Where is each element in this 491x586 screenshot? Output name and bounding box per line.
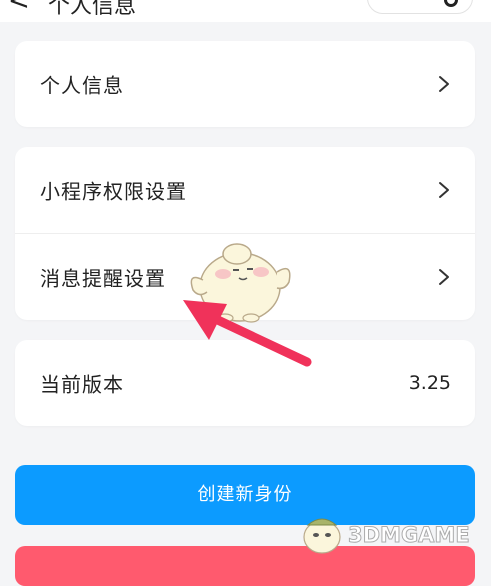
message-reminder-label: 消息提醒设置: [40, 266, 166, 291]
back-icon[interactable]: <: [8, 0, 30, 16]
watermark-text: 3DMGAME: [348, 523, 471, 548]
personal-info-card: 个人信息: [15, 41, 475, 127]
mini-program-permissions-label: 小程序权限设置: [40, 179, 187, 204]
chevron-right-icon: [439, 269, 449, 285]
mini-program-permissions-item[interactable]: 小程序权限设置: [15, 147, 475, 233]
top-nav-bar: < 个人信息: [0, 0, 491, 22]
current-version-value: 3.25: [408, 372, 451, 394]
annotation-arrow-icon: [183, 300, 312, 367]
current-version-label: 当前版本: [40, 372, 124, 397]
chevron-right-icon: [439, 182, 449, 198]
watermark-mascot-icon: [303, 518, 341, 554]
personal-info-item[interactable]: 个人信息: [15, 41, 475, 127]
capsule-close-icon[interactable]: [444, 0, 458, 7]
chevron-right-icon: [439, 76, 449, 92]
mini-program-capsule[interactable]: [367, 0, 473, 14]
watermark-logo: 3DMGAME: [296, 505, 491, 557]
page-title: 个人信息: [48, 0, 137, 19]
personal-info-label: 个人信息: [40, 73, 124, 98]
